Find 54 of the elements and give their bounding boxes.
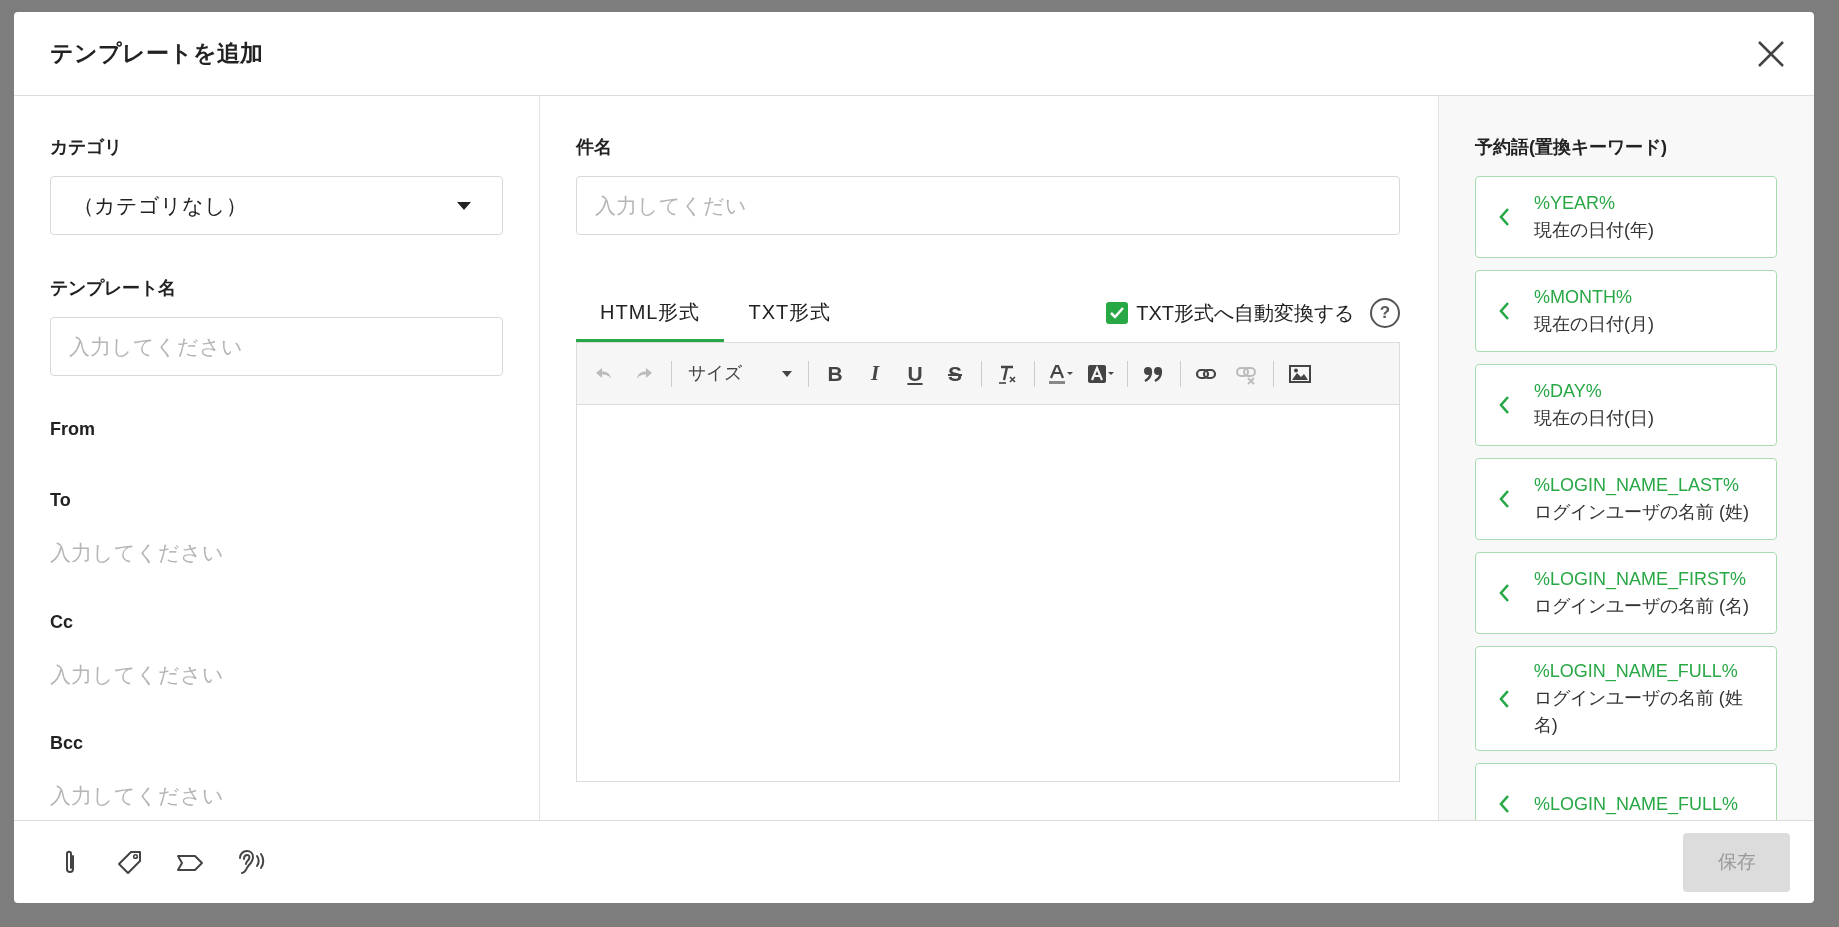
keyword-card[interactable]: %LOGIN_NAME_LAST% ログインユーザの名前 (姓) (1475, 458, 1777, 540)
field-label: From (50, 418, 96, 441)
caret-icon (456, 200, 472, 211)
keyword-description: ログインユーザの名前 (姓) (1534, 501, 1749, 524)
subject-field[interactable]: 入力してくだい (576, 176, 1400, 235)
keyword-description: 現在の日付(月) (1534, 313, 1654, 336)
background-color-icon[interactable] (1087, 362, 1115, 385)
chevron-left-icon (1498, 301, 1510, 321)
check-icon (1109, 306, 1126, 320)
chevron-left-icon (1498, 794, 1510, 814)
keyword-description: 現在の日付(日) (1534, 407, 1654, 430)
keyword-description: 現在の日付(年) (1534, 219, 1654, 242)
keyword-text: %YEAR% (1534, 192, 1617, 215)
help-button[interactable]: ? (1370, 298, 1400, 328)
text-color-icon[interactable] (1047, 362, 1075, 385)
editor-tab[interactable]: TXT形式 (724, 297, 856, 342)
checkbox-label: TXT形式へ自動変換する (1136, 301, 1354, 326)
italic-button[interactable]: I (857, 355, 893, 392)
field-label: 件名 (576, 136, 613, 159)
keyword-card[interactable]: %LOGIN_NAME_FULL% ログインユーザの名前 (姓名) (1475, 646, 1777, 751)
keyword-card[interactable]: %DAY% 現在の日付(日) (1475, 364, 1777, 446)
keyword-text: %LOGIN_NAME_FULL% (1533, 660, 1739, 684)
keyword-card[interactable]: %YEAR% 現在の日付(年) (1475, 176, 1777, 258)
field-label: Bcc (50, 732, 85, 755)
bold-button[interactable]: B (817, 355, 853, 392)
panel-title: 予約語(置換キーワード) (1475, 136, 1668, 159)
keyword-description: ログインユーザの名前 (姓名) (1533, 687, 1744, 737)
text-field[interactable]: 入力してください (50, 317, 503, 376)
keyword-description: ログインユーザの名前 (名) (1534, 595, 1749, 618)
image-icon[interactable] (1288, 362, 1312, 385)
chevron-left-icon (1498, 489, 1510, 509)
close-button[interactable] (1756, 38, 1786, 69)
chevron-left-icon (1498, 395, 1510, 415)
keyword-card[interactable]: %LOGIN_NAME_FIRST% ログインユーザの名前 (名) (1475, 552, 1777, 634)
field-label: To (50, 489, 72, 512)
underline-button[interactable]: U (897, 355, 933, 392)
field-label: カテゴリ (50, 136, 123, 159)
strikethrough-button[interactable]: S (937, 355, 973, 392)
chevron-left-icon (1498, 688, 1510, 709)
field-label: Cc (50, 610, 74, 634)
field-label: テンプレート名 (50, 277, 177, 300)
checkbox[interactable] (1106, 302, 1129, 324)
caret-icon (782, 370, 792, 377)
keyword-text: %DAY% (1534, 380, 1603, 403)
size-dropdown[interactable]: サイズ (680, 360, 800, 387)
chevron-left-icon (1498, 207, 1510, 227)
chevron-left-icon (1498, 583, 1510, 603)
dialog-title: テンプレートを追加 (50, 39, 263, 69)
keyword-text: %LOGIN_NAME_FULL% (1534, 792, 1739, 817)
keyword-text: %LOGIN_NAME_LAST% (1534, 474, 1741, 498)
keyword-text: %MONTH% (1534, 286, 1633, 309)
keyword-card[interactable]: %MONTH% 現在の日付(月) (1475, 270, 1777, 352)
keyword-text: %LOGIN_NAME_FIRST% (1534, 568, 1748, 592)
category-select[interactable]: （カテゴリなし） (50, 176, 503, 235)
